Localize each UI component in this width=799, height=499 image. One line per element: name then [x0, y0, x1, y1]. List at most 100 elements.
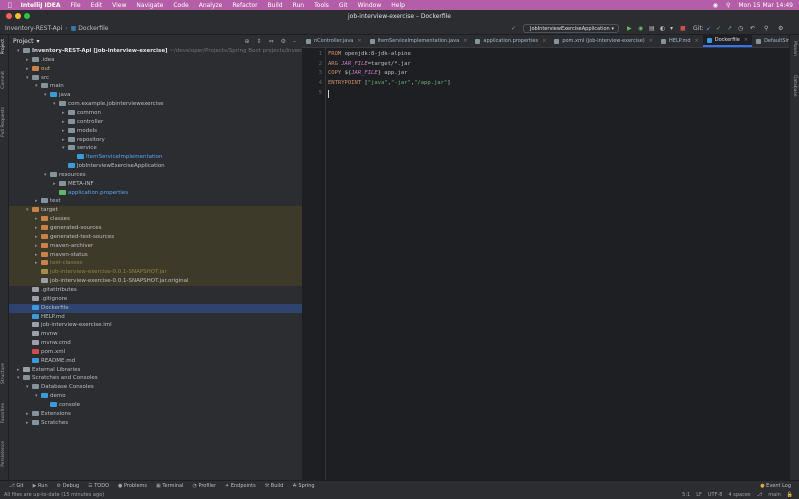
git-push-icon[interactable]: ↗ [727, 25, 732, 32]
tool-window-profiler[interactable]: ◔ Profiler [192, 483, 216, 489]
menu-code[interactable]: Code [173, 2, 188, 9]
tool-window-todo[interactable]: ☰ TODO [88, 483, 109, 489]
tree-item[interactable]: ▸ controller [9, 118, 302, 127]
tab-ncontroller-java[interactable]: nController.java × [302, 35, 366, 47]
tool-favorites[interactable]: Favorites [1, 403, 6, 423]
build-hammer-icon[interactable]: ✓ [511, 25, 516, 32]
tree-item[interactable]: ▸ classes [9, 215, 302, 225]
close-tab-icon[interactable]: × [744, 37, 748, 43]
tree-item[interactable]: .gitignore [9, 295, 302, 304]
event-log-button[interactable]: ● Event Log [760, 483, 791, 489]
clock[interactable]: Mon 15 Mar 14:49 [738, 2, 793, 9]
profile-icon[interactable]: ◐ [660, 25, 665, 32]
tree-item[interactable]: ▸ maven-archiver [9, 241, 302, 251]
close-tab-icon[interactable]: × [649, 38, 653, 44]
line-separator[interactable]: LF [696, 492, 702, 498]
git-update-icon[interactable]: ↙ [706, 25, 711, 32]
tool-maven[interactable]: Maven [792, 41, 797, 56]
expand-all-icon[interactable]: ⇕ [257, 38, 262, 45]
tree-item[interactable]: ▸ test [9, 197, 302, 206]
tool-project[interactable]: Project [1, 39, 6, 54]
menu-view[interactable]: View [112, 2, 126, 9]
tree-item[interactable]: ▾ resources [9, 171, 302, 180]
tab-pom-xml-job-interview-exercise[interactable]: pom.xml (job-interview-exercise) × [550, 35, 657, 47]
code-line[interactable]: ARG JAR_FILE=target/*.jar [328, 61, 411, 67]
zoom-window-button[interactable] [24, 13, 30, 19]
search-icon[interactable]: ⚲ [726, 2, 730, 9]
tree-item[interactable]: ▸ Scratches [9, 419, 302, 428]
gear-icon[interactable]: ⚙ [281, 38, 286, 45]
tool-commit[interactable]: Commit [1, 71, 6, 89]
tree-item[interactable]: HELP.md [9, 313, 302, 322]
tree-item[interactable]: ▸ generated-sources [9, 224, 302, 233]
tool-window-problems[interactable]: ● Problems [118, 483, 147, 489]
tree-item[interactable]: ▸ External Libraries [9, 366, 302, 375]
tree-item[interactable]: ▸ generated-test-sources [9, 232, 302, 242]
tool-structure[interactable]: Structure [1, 363, 6, 384]
tree-item[interactable]: Dockerfile [9, 303, 302, 313]
tree-item[interactable]: ▸ repository [9, 136, 302, 145]
tool-window-terminal[interactable]: ▣ Terminal [156, 483, 183, 489]
search-everywhere-icon[interactable]: ⚲ [764, 25, 768, 32]
history-icon[interactable]: ◷ [738, 25, 743, 32]
tree-item[interactable]: ▸ Extensions [9, 410, 302, 419]
tool-window-endpoints[interactable]: ✦ Endpoints [225, 483, 256, 489]
tool-database[interactable]: Database [792, 75, 797, 96]
tree-item[interactable]: ▾ Inventory-REST-Api [job-interview-exerc… [9, 47, 318, 56]
tree-item[interactable]: ▾ Database Consoles [9, 383, 302, 392]
run-configuration-select[interactable]: JobInterviewExerciseApplication ▾ [523, 24, 619, 33]
tree-item[interactable]: ▾ target [9, 206, 302, 216]
apple-icon[interactable]:  [8, 2, 12, 9]
run-icon[interactable]: ▶ [627, 25, 632, 32]
tab-itemserviceimplementation-java[interactable]: ItemServiceImplementation.java × [366, 35, 472, 47]
code-line[interactable]: FROM openjdk:8-jdk-alpine [328, 51, 411, 57]
menu-file[interactable]: File [71, 2, 81, 9]
menu-analyze[interactable]: Analyze [199, 2, 223, 9]
lock-icon[interactable]: 🔓 [787, 492, 793, 498]
tool-pull-requests[interactable]: Pull Requests [1, 107, 6, 137]
menu-git[interactable]: Git [339, 2, 348, 9]
tree-item[interactable]: ▾ java [9, 91, 302, 100]
coverage-icon[interactable]: ▤ [649, 25, 655, 32]
close-tab-icon[interactable]: × [542, 38, 546, 44]
tree-item[interactable]: ▸ out [9, 65, 302, 74]
tree-item[interactable]: ▸ .idea [9, 56, 302, 65]
indent-setting[interactable]: 4 spaces [728, 492, 750, 498]
tree-item[interactable]: pom.xml [9, 348, 302, 357]
tree-item[interactable]: ▸ models [9, 127, 302, 136]
tree-item[interactable]: job-interview-exercise.iml [9, 321, 302, 330]
menu-tools[interactable]: Tools [314, 2, 329, 9]
tree-item[interactable]: mvnw [9, 330, 302, 339]
menu-window[interactable]: Window [358, 2, 382, 9]
menu-help[interactable]: Help [391, 2, 405, 9]
tree-item[interactable]: ▸ META-INF [9, 180, 302, 189]
tree-item[interactable]: ▾ src [9, 74, 302, 83]
stop-icon[interactable]: ■ [680, 25, 686, 32]
tree-item[interactable]: ▸ test-classes [9, 259, 302, 269]
file-encoding[interactable]: UTF-8 [708, 492, 723, 498]
tree-item[interactable]: job-interview-exercise-0.0.1-SNAPSHOT.ja… [9, 277, 302, 287]
tree-item[interactable]: .gitattributes [9, 286, 302, 295]
tool-window-run[interactable]: ▶ Run [33, 483, 48, 489]
git-branch[interactable]: main [768, 492, 781, 498]
locate-file-icon[interactable]: ⊕ [245, 38, 250, 45]
tree-item[interactable]: JobInterviewExerciseApplication [9, 162, 302, 171]
menu-build[interactable]: Build [268, 2, 283, 9]
tree-item[interactable]: ▾ main [9, 82, 302, 91]
tab-defaultsingletonbeanregistry[interactable]: DefaultSingletonBeanRegistry.× [752, 35, 789, 47]
menu-refactor[interactable]: Refactor [232, 2, 257, 9]
hide-panel-icon[interactable]: – [293, 38, 296, 45]
tree-item[interactable]: ▾ demo [9, 392, 302, 401]
tool-window-spring[interactable]: ☘ Spring [292, 483, 314, 489]
debug-icon[interactable]: ◉ [638, 25, 643, 32]
rollback-icon[interactable]: ↶ [750, 25, 755, 32]
project-view-selector[interactable]: Project [13, 38, 34, 45]
close-tab-icon[interactable]: × [357, 38, 361, 44]
wifi-icon[interactable]: ◉ [713, 2, 718, 9]
status-message[interactable]: All files are up-to-date (15 minutes ago… [4, 492, 104, 498]
tab-dockerfile[interactable]: Dockerfile × [702, 35, 753, 47]
caret-position[interactable]: 5:1 [682, 492, 690, 498]
tree-item[interactable]: ItemServiceImplementation [9, 153, 302, 162]
tool-window-git[interactable]: ⎇ Git [9, 483, 24, 489]
tree-item[interactable]: ▾ service [9, 144, 302, 153]
